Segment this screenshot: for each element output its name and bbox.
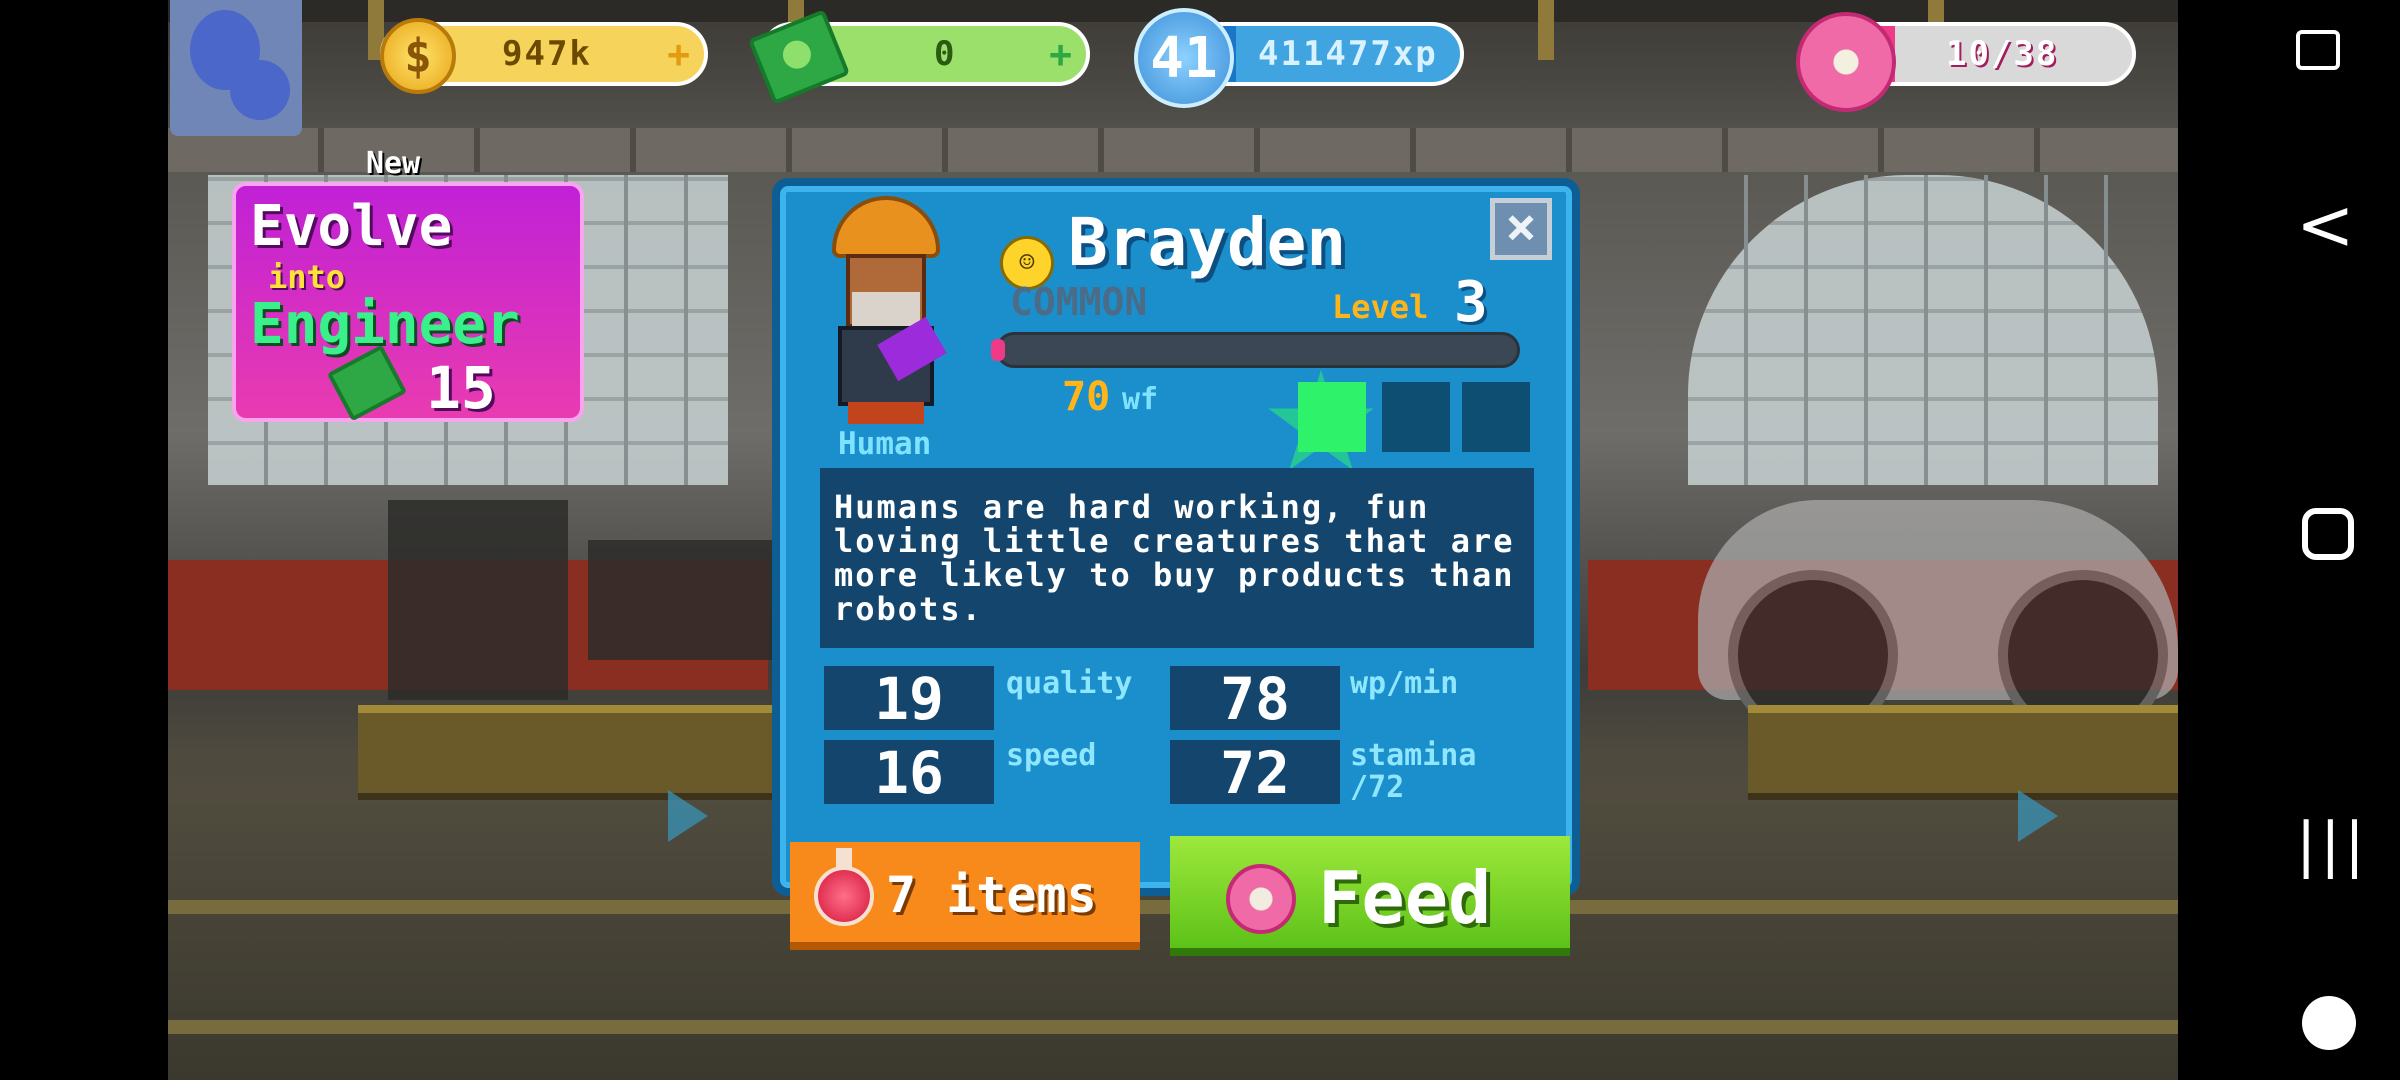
arrow-icon	[668, 790, 708, 842]
stat-quality-label: quality	[1006, 666, 1133, 701]
cash-value: 0	[934, 34, 957, 74]
machine-silhouette	[388, 500, 568, 700]
conveyor-belt	[1748, 705, 2178, 801]
coins-counter[interactable]: $ 947k +	[380, 18, 708, 94]
worker-description: Humans are hard working, fun loving litt…	[820, 468, 1534, 648]
car-chassis	[1698, 500, 2178, 740]
donut-icon	[1226, 864, 1296, 934]
back-button[interactable]: <	[2296, 190, 2355, 260]
items-label: 7 items	[886, 866, 1097, 924]
xp-value: 411477xp	[1258, 34, 1438, 74]
floor-line	[168, 1020, 2178, 1034]
feed-label: Feed	[1318, 856, 1492, 940]
hardhat-icon	[832, 196, 940, 258]
level-label: Level	[1332, 288, 1429, 326]
ceiling-strip	[168, 128, 2178, 172]
stat-speed-label: speed	[1006, 738, 1097, 773]
donut-value: 10/38	[1946, 34, 2059, 74]
crane-hook	[1538, 0, 1554, 60]
recent-apps-button[interactable]: |||	[2296, 810, 2369, 880]
evolve-cost: 15	[426, 354, 496, 422]
wf-unit: wf	[1122, 382, 1159, 417]
stat-wpmin-value: 78	[1170, 666, 1340, 732]
home-button[interactable]	[2302, 508, 2354, 560]
worker-xp-bar	[991, 332, 1520, 368]
avatar-shape	[230, 60, 290, 120]
wf-value: 70	[1062, 374, 1111, 420]
feed-button[interactable]: Feed	[1170, 836, 1570, 956]
add-coins-button[interactable]: +	[667, 32, 690, 76]
potion-icon	[814, 848, 874, 926]
add-cash-button[interactable]: +	[1049, 32, 1072, 76]
new-tag: New	[366, 146, 421, 181]
worker-portrait	[826, 196, 947, 426]
close-button[interactable]: ×	[1490, 198, 1552, 260]
star-slot	[1298, 382, 1366, 452]
evolve-into: into	[268, 258, 346, 296]
worker-rarity: COMMON	[1010, 280, 1148, 324]
star-slot	[1382, 382, 1450, 452]
cash-counter[interactable]: 0 +	[747, 9, 1090, 105]
stat-speed-value: 16	[824, 740, 994, 806]
worker-beard	[852, 292, 920, 326]
worker-name: Brayden	[1068, 204, 1347, 281]
coins-value: 947k	[502, 34, 592, 74]
donut-counter[interactable]: 10/38	[1796, 12, 2136, 112]
items-button[interactable]: 7 items	[790, 842, 1140, 950]
factory-window	[1688, 175, 2158, 485]
game-tools-icon[interactable]	[2302, 996, 2356, 1050]
star-slot	[1462, 382, 1530, 452]
worker-legs	[848, 402, 924, 424]
xp-counter[interactable]: 41 411477xp	[1134, 8, 1464, 108]
stat-wpmin-label: wp/min	[1350, 666, 1459, 701]
evolve-title: Evolve	[250, 194, 453, 259]
evolve-button[interactable]: Evolve into Engineer 15	[232, 182, 584, 422]
arrow-icon	[2018, 790, 2058, 842]
player-level-badge: 41	[1134, 8, 1234, 108]
system-nav-bar	[2200, 0, 2400, 1080]
evolve-target: Engineer	[250, 292, 520, 357]
screenshot-icon[interactable]	[2296, 30, 2340, 70]
coin-icon: $	[380, 18, 456, 94]
stat-quality-value: 19	[824, 666, 994, 732]
worker-xp-fill	[991, 339, 1005, 361]
stat-stamina-label: stamina	[1350, 738, 1477, 773]
player-avatar[interactable]	[170, 0, 302, 136]
stat-stamina-max: /72	[1350, 770, 1405, 805]
worker-level: 3	[1454, 270, 1488, 335]
stat-stamina-value: 72	[1170, 740, 1340, 806]
coin-symbol: $	[404, 29, 432, 83]
worker-race: Human	[838, 426, 932, 462]
player-level: 41	[1150, 25, 1218, 91]
donut-icon	[1796, 12, 1896, 112]
